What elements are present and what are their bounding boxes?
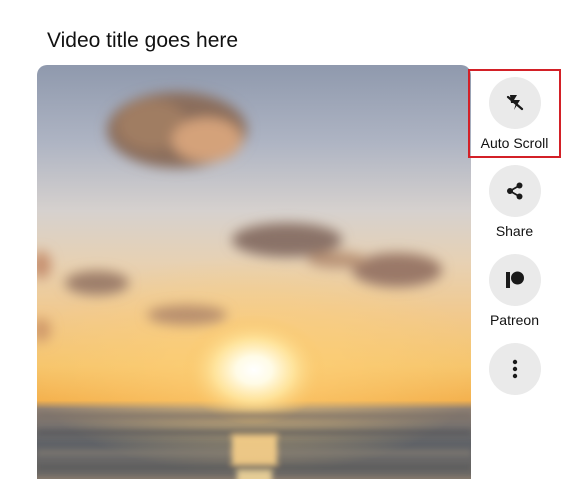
auto-scroll-label: Auto Scroll xyxy=(480,135,549,151)
more-button[interactable] xyxy=(468,341,561,395)
patreon-button[interactable]: Patreon xyxy=(468,252,561,328)
sunset-image xyxy=(37,65,471,479)
auto-scroll-button[interactable]: Auto Scroll xyxy=(468,69,561,158)
video-thumbnail[interactable] xyxy=(37,65,471,479)
patreon-label: Patreon xyxy=(489,312,540,328)
patreon-icon xyxy=(488,254,541,306)
page: Video title goes here Auto Scroll Share … xyxy=(0,0,575,479)
share-button[interactable]: Share xyxy=(468,163,561,239)
share-icon xyxy=(488,165,541,217)
video-title: Video title goes here xyxy=(47,29,239,52)
more-vertical-icon xyxy=(488,343,541,395)
auto-scroll-icon xyxy=(488,77,541,129)
share-label: Share xyxy=(495,223,534,239)
